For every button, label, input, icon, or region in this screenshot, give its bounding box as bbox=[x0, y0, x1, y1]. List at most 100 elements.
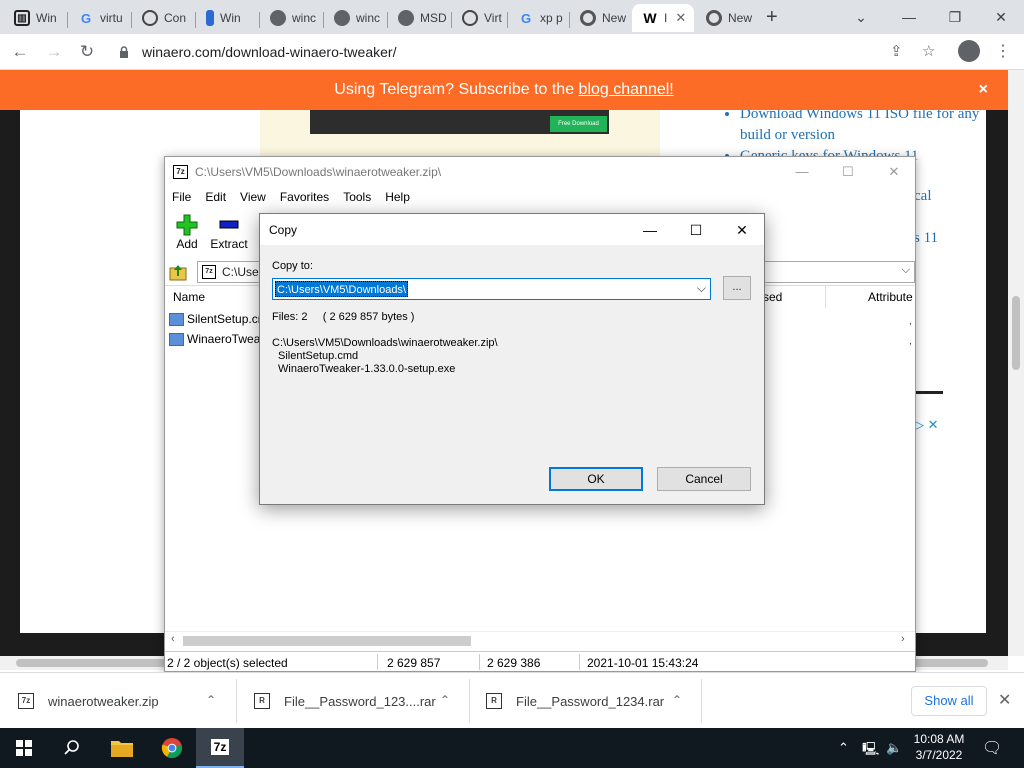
add-button[interactable]: Add bbox=[165, 213, 209, 251]
chevron-down-icon[interactable]: ⌵ bbox=[902, 264, 910, 277]
tab-1[interactable]: G virtu bbox=[68, 4, 132, 32]
exe-file-icon bbox=[169, 332, 184, 346]
status-modified: 2021-10-01 15:43:24 bbox=[587, 656, 699, 670]
hero-download-button[interactable]: Free Download bbox=[550, 116, 607, 132]
menu-edit[interactable]: Edit bbox=[198, 187, 233, 209]
chevron-up-icon[interactable]: ⌃ bbox=[672, 693, 682, 707]
destination-combo[interactable]: C:\Users\VM5\Downloads\ ⌵ bbox=[272, 278, 711, 300]
minimize-button[interactable]: — bbox=[787, 161, 817, 183]
clock-time: 10:08 AM bbox=[913, 732, 965, 746]
start-button[interactable] bbox=[0, 728, 48, 768]
share-icon[interactable]: ⇪ bbox=[890, 42, 903, 60]
tab-label: I bbox=[664, 11, 668, 25]
reload-button[interactable]: ↻ bbox=[75, 40, 99, 64]
globe-icon bbox=[334, 10, 350, 26]
zip-file-icon: 7z bbox=[202, 265, 216, 279]
chevron-down-icon[interactable]: ⌵ bbox=[697, 281, 706, 296]
close-window-button[interactable]: ✕ bbox=[978, 4, 1024, 30]
column-attributes[interactable]: Attribute bbox=[868, 290, 913, 304]
tab-6[interactable]: MSD bbox=[388, 4, 452, 32]
tab-label: New bbox=[602, 11, 627, 25]
banner-close-button[interactable]: × bbox=[979, 70, 988, 110]
tab-5[interactable]: winc bbox=[324, 4, 388, 32]
column-name[interactable]: Name bbox=[173, 290, 205, 304]
back-button[interactable]: ← bbox=[8, 40, 32, 64]
extract-button[interactable]: Extract bbox=[207, 213, 251, 251]
folder-up-icon[interactable] bbox=[169, 263, 187, 281]
menu-kebab-icon[interactable]: ⋮ bbox=[995, 41, 1011, 61]
menu-view[interactable]: View bbox=[233, 187, 273, 209]
tab-search-icon[interactable]: ⌄ bbox=[838, 4, 884, 30]
tab-11[interactable]: New bbox=[696, 4, 758, 32]
tab-9[interactable]: New bbox=[570, 4, 632, 32]
menu-tools[interactable]: Tools bbox=[336, 187, 378, 209]
7zip-horizontal-scrollbar[interactable]: ‹ › bbox=[165, 631, 915, 649]
forward-button[interactable]: → bbox=[42, 40, 66, 64]
system-clock[interactable]: 10:08 AM 3/7/2022 bbox=[908, 731, 970, 763]
maximize-button[interactable]: ☐ bbox=[681, 220, 711, 240]
close-button[interactable]: ✕ bbox=[879, 161, 909, 183]
7zip-taskbar-button[interactable]: 7z bbox=[196, 728, 244, 768]
tab-10-active[interactable]: W I ✕ bbox=[632, 4, 694, 32]
sidebar-link[interactable]: Download Windows 11 ISO file for any bui… bbox=[740, 104, 980, 146]
tab-2[interactable]: Con bbox=[132, 4, 196, 32]
telegram-banner: Using Telegram? Subscribe to the blog ch… bbox=[0, 70, 1008, 110]
cancel-button[interactable]: Cancel bbox=[657, 467, 751, 491]
column-packed[interactable]: sed bbox=[763, 290, 782, 304]
page-vertical-scrollbar[interactable] bbox=[1008, 70, 1024, 656]
close-shelf-icon[interactable]: ✕ bbox=[998, 690, 1011, 710]
profile-avatar[interactable] bbox=[958, 40, 980, 62]
minimize-button[interactable]: — bbox=[635, 220, 665, 240]
search-button[interactable] bbox=[48, 728, 96, 768]
7zip-icon: 7z bbox=[173, 165, 188, 179]
menu-help[interactable]: Help bbox=[378, 187, 417, 209]
scroll-right-icon[interactable]: › bbox=[901, 633, 905, 645]
winaero-icon: ▥ bbox=[14, 10, 30, 26]
show-hidden-icons[interactable]: ⌃ bbox=[838, 740, 849, 756]
search-icon bbox=[64, 740, 79, 755]
dialog-title: Copy bbox=[269, 223, 298, 237]
ad-choices-icon[interactable]: ▷ ✕ bbox=[914, 417, 939, 433]
tab-0[interactable]: ▥ Win bbox=[4, 4, 68, 32]
destination-text[interactable]: C:\Users\VM5\Downloads\ bbox=[275, 281, 408, 297]
file-row[interactable]: WinaeroTwea bbox=[169, 332, 260, 346]
network-icon[interactable]: 🖳 bbox=[862, 740, 879, 762]
chrome-icon bbox=[161, 738, 182, 759]
globe-icon bbox=[270, 10, 286, 26]
tab-label: xp p bbox=[540, 11, 563, 25]
file-explorer-button[interactable] bbox=[98, 728, 146, 768]
ok-button[interactable]: OK bbox=[549, 467, 643, 491]
menu-file[interactable]: File bbox=[165, 187, 198, 209]
tab-4[interactable]: winc bbox=[260, 4, 324, 32]
sidebar-link-fragment[interactable]: s 11 bbox=[914, 230, 938, 247]
bookmark-star-icon[interactable]: ☆ bbox=[922, 42, 935, 60]
sidebar-link-fragment[interactable]: cal bbox=[914, 188, 931, 205]
chevron-up-icon[interactable]: ⌃ bbox=[206, 693, 216, 707]
status-selected: 2 / 2 object(s) selected bbox=[167, 656, 288, 670]
banner-link[interactable]: blog channel! bbox=[579, 81, 674, 98]
maximize-button[interactable]: ☐ bbox=[833, 161, 863, 183]
minimize-button[interactable]: — bbox=[886, 4, 932, 30]
close-tab-icon[interactable]: ✕ bbox=[675, 10, 686, 26]
menu-favorites[interactable]: Favorites bbox=[273, 187, 336, 209]
volume-icon[interactable]: 🔈 bbox=[886, 740, 902, 756]
close-button[interactable]: ✕ bbox=[727, 220, 757, 240]
scroll-thumb[interactable] bbox=[1012, 296, 1020, 370]
download-item[interactable]: R File__Password_123....rar ⌃ bbox=[254, 673, 468, 729]
tab-8[interactable]: G xp p bbox=[508, 4, 570, 32]
tab-3[interactable]: Win bbox=[196, 4, 260, 32]
chrome-button[interactable] bbox=[148, 728, 196, 768]
chevron-up-icon[interactable]: ⌃ bbox=[440, 693, 450, 707]
restore-button[interactable]: ❐ bbox=[932, 4, 978, 30]
new-tab-button[interactable]: + bbox=[766, 6, 778, 29]
download-item[interactable]: R File__Password_1234.rar ⌃ bbox=[486, 673, 700, 729]
show-all-button[interactable]: Show all bbox=[911, 686, 987, 716]
browse-button[interactable]: ... bbox=[723, 276, 751, 300]
google-icon: G bbox=[80, 10, 92, 26]
scroll-thumb[interactable] bbox=[183, 636, 471, 646]
download-item[interactable]: 7z winaerotweaker.zip ⌃ bbox=[18, 673, 236, 729]
tab-7[interactable]: Virt bbox=[452, 4, 508, 32]
address-bar[interactable]: winaero.com/download-winaero-tweaker/ bbox=[110, 38, 910, 66]
notification-icon[interactable]: 🗨 bbox=[982, 738, 1002, 758]
scroll-left-icon[interactable]: ‹ bbox=[171, 633, 175, 645]
